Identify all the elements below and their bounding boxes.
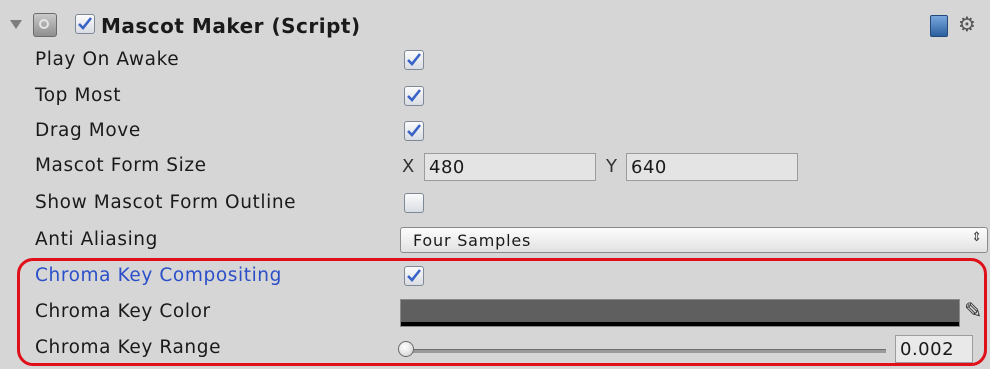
row-play-on-awake: Play On Awake (0, 44, 990, 78)
anti-aliasing-label: Anti Aliasing (35, 229, 158, 250)
show-mascot-form-outline-label: Show Mascot Form Outline (35, 192, 297, 213)
row-show-mascot-form-outline: Show Mascot Form Outline (0, 187, 990, 221)
chroma-key-compositing-checkbox[interactable] (404, 266, 424, 286)
chroma-key-color-field[interactable] (400, 299, 960, 327)
form-size-y-field[interactable]: 640 (626, 153, 798, 181)
chroma-key-range-slider-thumb[interactable] (398, 341, 414, 357)
component-header: Mascot Maker (Script) ⚙ (0, 6, 990, 44)
row-chroma-key-range: Chroma Key Range 0.002 (0, 332, 990, 366)
eyedropper-icon[interactable]: ✎ (964, 299, 982, 324)
row-top-most: Top Most (0, 80, 990, 114)
row-chroma-key-compositing: Chroma Key Compositing (0, 260, 990, 294)
component-enabled-checkbox[interactable] (75, 14, 95, 34)
chroma-key-compositing-label: Chroma Key Compositing (35, 265, 282, 286)
form-size-x-field[interactable]: 480 (424, 153, 596, 181)
show-mascot-form-outline-checkbox[interactable] (404, 193, 424, 213)
top-most-checkbox[interactable] (404, 86, 424, 106)
anti-aliasing-selected: Four Samples (413, 231, 532, 250)
chroma-key-range-label: Chroma Key Range (35, 337, 222, 358)
dropdown-arrow-icon: ⇕ (971, 230, 983, 245)
x-label: X (402, 156, 415, 177)
chroma-key-range-slider-track[interactable] (406, 349, 886, 353)
drag-move-label: Drag Move (35, 120, 141, 141)
gear-icon[interactable]: ⚙ (958, 12, 976, 36)
anti-aliasing-dropdown[interactable]: Four Samples ⇕ (400, 227, 988, 253)
row-mascot-form-size: Mascot Form Size X 480 Y 640 (0, 150, 990, 184)
script-component-icon (33, 13, 57, 37)
foldout-triangle-icon[interactable] (10, 20, 22, 29)
chroma-key-color-label: Chroma Key Color (35, 301, 211, 322)
help-book-icon[interactable] (930, 15, 948, 37)
chroma-key-range-field[interactable]: 0.002 (895, 335, 973, 363)
alpha-bar (401, 322, 959, 326)
play-on-awake-checkbox[interactable] (404, 50, 424, 70)
drag-move-checkbox[interactable] (404, 121, 424, 141)
component-title: Mascot Maker (Script) (101, 14, 361, 38)
play-on-awake-label: Play On Awake (35, 49, 180, 70)
mascot-form-size-label: Mascot Form Size (35, 155, 207, 176)
row-anti-aliasing: Anti Aliasing Four Samples ⇕ (0, 224, 990, 258)
top-most-label: Top Most (35, 85, 122, 106)
y-label: Y (606, 156, 617, 177)
row-drag-move: Drag Move (0, 115, 990, 149)
row-chroma-key-color: Chroma Key Color ✎ (0, 296, 990, 330)
